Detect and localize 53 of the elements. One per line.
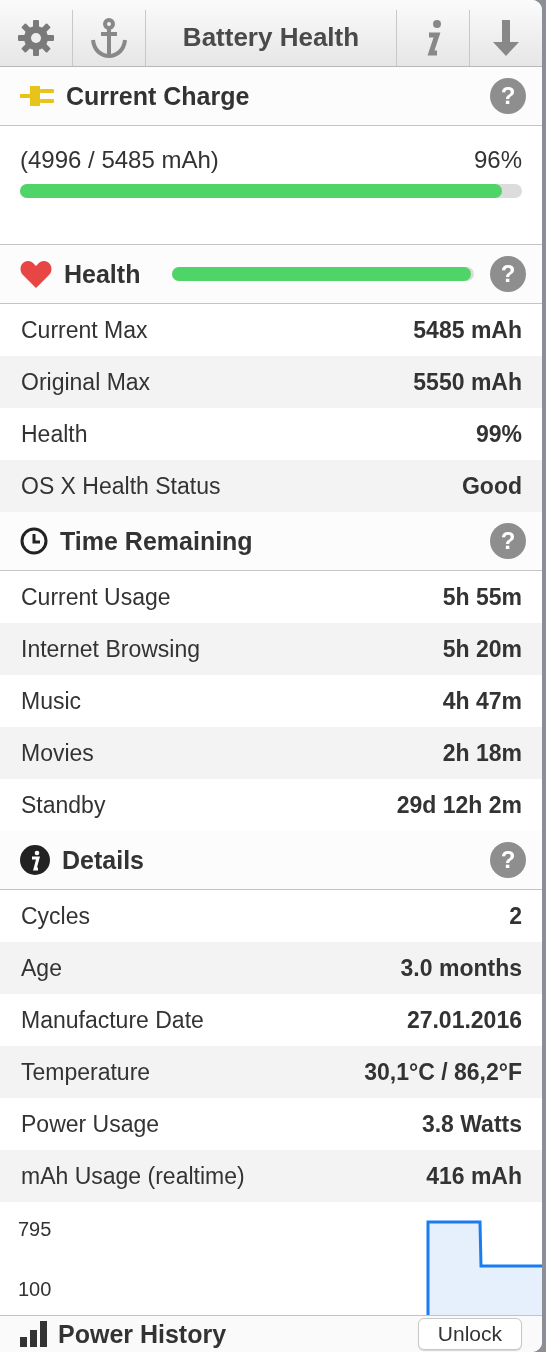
row-label: Age bbox=[21, 954, 62, 982]
row-value: 3.8 Watts bbox=[421, 1110, 522, 1138]
row-value: 416 mAh bbox=[426, 1162, 522, 1190]
row-value: 2 bbox=[509, 902, 522, 930]
row-value: 29d 12h 2m bbox=[396, 791, 522, 819]
row-value: Good bbox=[461, 472, 522, 500]
section-title: Time Remaining bbox=[60, 526, 253, 556]
section-title: Details bbox=[62, 845, 144, 875]
row-label: Power Usage bbox=[21, 1110, 160, 1138]
row-label: Current Max bbox=[21, 316, 148, 344]
row-label: Music bbox=[21, 687, 82, 715]
heart-icon bbox=[20, 260, 52, 288]
info-icon bbox=[20, 845, 50, 875]
row-label: Movies bbox=[21, 739, 94, 767]
plug-icon bbox=[20, 84, 54, 108]
section-title: Current Charge bbox=[66, 81, 250, 111]
row-value: 2h 18m bbox=[442, 739, 522, 767]
row-label: Health bbox=[21, 420, 88, 448]
help-button[interactable]: ? bbox=[490, 523, 526, 559]
axis-label: 795 bbox=[18, 1218, 52, 1241]
row-value: 5h 20m bbox=[442, 635, 522, 663]
row-label: Internet Browsing bbox=[21, 635, 200, 663]
row-value: 30,1°C / 86,2°F bbox=[364, 1058, 522, 1086]
anchor-icon[interactable] bbox=[89, 18, 129, 58]
row-value: 99% bbox=[475, 420, 522, 448]
row-label: Standby bbox=[21, 791, 106, 819]
row-value: 4h 47m bbox=[442, 687, 522, 715]
footer-title: Power History bbox=[58, 1319, 227, 1349]
clock-icon bbox=[20, 527, 48, 555]
row-label: Manufacture Date bbox=[21, 1006, 204, 1034]
row-label: Original Max bbox=[21, 368, 151, 396]
row-label: mAh Usage (realtime) bbox=[21, 1162, 245, 1190]
settings-icon[interactable] bbox=[17, 19, 55, 57]
unlock-button[interactable]: Unlock bbox=[417, 1318, 522, 1350]
help-button[interactable]: ? bbox=[490, 842, 526, 878]
row-value: 5485 mAh bbox=[413, 316, 522, 344]
row-value: 27.01.2016 bbox=[406, 1006, 522, 1034]
row-value: 5h 55m bbox=[442, 583, 522, 611]
section-title: Health bbox=[64, 259, 141, 289]
row-label: Cycles bbox=[21, 902, 90, 930]
row-value: 3.0 months bbox=[400, 954, 522, 982]
window-title: Battery Health bbox=[181, 20, 361, 54]
bar-chart-icon bbox=[20, 1321, 48, 1347]
row-value: 5550 mAh bbox=[413, 368, 522, 396]
row-label: Temperature bbox=[21, 1058, 151, 1086]
download-arrow-icon[interactable] bbox=[492, 20, 520, 56]
row-label: OS X Health Status bbox=[21, 472, 221, 500]
charge-percent: 96% bbox=[473, 146, 522, 174]
row-label: Current Usage bbox=[21, 583, 171, 611]
axis-label: 100 bbox=[18, 1278, 52, 1301]
charge-reading: (4996 / 5485 mAh) bbox=[20, 146, 219, 174]
help-button[interactable]: ? bbox=[490, 78, 526, 114]
help-button[interactable]: ? bbox=[490, 256, 526, 292]
